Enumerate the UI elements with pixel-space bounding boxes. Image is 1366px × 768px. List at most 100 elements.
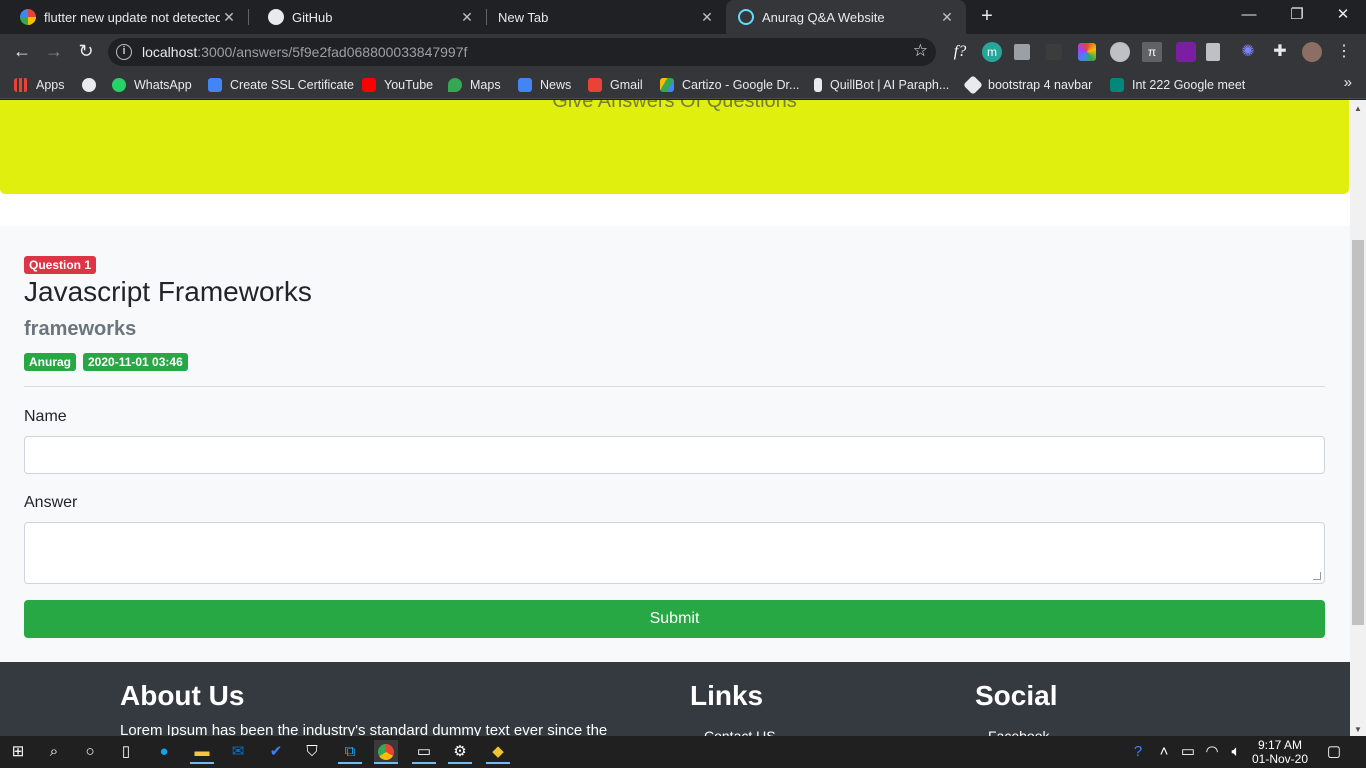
help-icon[interactable]: ? bbox=[1126, 740, 1150, 764]
cortana-icon[interactable]: ○ bbox=[78, 740, 102, 764]
git-icon[interactable]: ◆ bbox=[486, 740, 510, 764]
restore-button[interactable]: ❐ bbox=[1274, 4, 1320, 28]
mail-icon[interactable]: ✉ bbox=[226, 740, 250, 764]
battery-icon[interactable]: ▭ bbox=[1176, 740, 1200, 764]
active-indicator bbox=[412, 762, 436, 764]
colorpick-extension-icon[interactable] bbox=[1078, 43, 1096, 61]
answer-label: Answer bbox=[24, 494, 78, 511]
edge-icon[interactable]: ● bbox=[152, 740, 176, 764]
purple-extension-icon[interactable] bbox=[1176, 42, 1196, 62]
windows-start-icon[interactable]: ⊞ bbox=[6, 740, 30, 764]
links-heading: Links bbox=[690, 680, 764, 711]
tab-google-search[interactable]: flutter new update not detected ✕ bbox=[0, 0, 248, 34]
bookmark-bootstrap-navbar[interactable]: bootstrap 4 navbar bbox=[963, 75, 1092, 95]
close-window-button[interactable]: ✕ bbox=[1320, 4, 1366, 28]
tray-chevron-icon[interactable]: ˄ bbox=[1152, 740, 1176, 764]
search-icon[interactable]: ⌕ bbox=[42, 740, 66, 764]
new-tab-button[interactable]: + bbox=[978, 6, 996, 28]
reload-button[interactable]: ↻ bbox=[74, 40, 98, 64]
fx-extension-icon[interactable]: f? bbox=[950, 42, 970, 62]
tab-title: flutter new update not detected bbox=[44, 9, 220, 25]
file-explorer-icon[interactable]: ▬ bbox=[190, 740, 214, 764]
whatsapp-icon bbox=[112, 78, 126, 92]
blank-extension-icon[interactable] bbox=[1046, 44, 1062, 60]
close-tab-icon[interactable]: ✕ bbox=[938, 9, 956, 26]
resize-grip-icon[interactable] bbox=[1313, 572, 1321, 580]
react-icon bbox=[738, 9, 754, 25]
news-icon bbox=[518, 78, 532, 92]
site-info-icon[interactable]: i bbox=[116, 44, 132, 60]
page-viewport: Give Answers Of Questions Question 1 Jav… bbox=[0, 100, 1350, 736]
scrollbar-thumb[interactable] bbox=[1352, 240, 1364, 625]
gmail-icon bbox=[588, 78, 602, 92]
globe-icon bbox=[82, 78, 96, 92]
wifi-icon[interactable]: ◠ bbox=[1200, 740, 1224, 764]
close-tab-icon[interactable]: ✕ bbox=[698, 9, 716, 26]
settings-gear-icon[interactable]: ⚙ bbox=[448, 740, 472, 764]
page-scrollbar[interactable]: ▲ ▼ bbox=[1350, 100, 1366, 736]
question-section: Question 1 Javascript Frameworks framewo… bbox=[0, 226, 1350, 662]
bookmark-maps[interactable]: Maps bbox=[448, 75, 501, 95]
youtube-icon bbox=[362, 78, 376, 92]
bookmark-globe[interactable] bbox=[82, 75, 104, 95]
date-badge: 2020-11-01 03:46 bbox=[83, 353, 188, 371]
meet-icon bbox=[1110, 78, 1124, 92]
bookmark-gmail[interactable]: Gmail bbox=[588, 75, 643, 95]
notifications-icon[interactable]: ▢ bbox=[1322, 740, 1346, 764]
stack-extension-icon[interactable] bbox=[1014, 44, 1030, 60]
forward-button[interactable]: → bbox=[42, 40, 66, 64]
close-tab-icon[interactable]: ✕ bbox=[458, 9, 476, 26]
scroll-up-icon[interactable]: ▲ bbox=[1354, 104, 1362, 113]
task-view-icon[interactable]: ▯ bbox=[114, 740, 138, 764]
volume-icon[interactable]: 🔈︎ bbox=[1224, 740, 1248, 764]
vscode-icon[interactable]: ⧉ bbox=[338, 740, 362, 764]
terminal-icon[interactable]: ▭ bbox=[412, 740, 436, 764]
bookmark-apps[interactable]: Apps bbox=[14, 75, 65, 95]
active-indicator bbox=[374, 762, 398, 764]
chrome-icon[interactable] bbox=[374, 740, 398, 764]
bookmark-cartizo-drive[interactable]: Cartizo - Google Dr... bbox=[660, 75, 799, 95]
about-us-heading: About Us bbox=[120, 680, 245, 711]
bookmark-youtube[interactable]: YouTube bbox=[362, 75, 433, 95]
extensions-puzzle-icon[interactable]: ✚ bbox=[1270, 42, 1290, 62]
menu-kebab-icon[interactable]: ⋮ bbox=[1334, 42, 1354, 62]
todo-icon[interactable]: ✔ bbox=[264, 740, 288, 764]
footer-link-contact[interactable]: Contact US bbox=[704, 728, 776, 736]
bookmark-star-icon[interactable]: ☆ bbox=[913, 41, 928, 61]
bookmark-whatsapp[interactable]: WhatsApp bbox=[112, 75, 192, 95]
pi-extension-icon[interactable]: π bbox=[1142, 42, 1162, 62]
bookmark-quillbot[interactable]: QuillBot | AI Paraph... bbox=[814, 75, 949, 95]
scroll-down-icon[interactable]: ▼ bbox=[1354, 725, 1362, 734]
close-tab-icon[interactable]: ✕ bbox=[220, 9, 238, 26]
name-input[interactable] bbox=[24, 436, 1325, 474]
github-icon bbox=[268, 9, 284, 25]
footer-link-facebook[interactable]: Facebook bbox=[988, 728, 1049, 736]
m-extension-icon[interactable]: m bbox=[982, 42, 1002, 62]
bookmark-news[interactable]: News bbox=[518, 75, 571, 95]
back-button[interactable]: ← bbox=[10, 40, 34, 64]
browser-toolbar: ← → ↻ i localhost:3000/answers/5f9e2fad0… bbox=[0, 34, 1366, 70]
divider bbox=[24, 386, 1325, 387]
answer-textarea[interactable] bbox=[24, 522, 1325, 584]
system-clock[interactable]: 9:17 AM 01-Nov-20 bbox=[1246, 738, 1314, 766]
profile-avatar[interactable] bbox=[1302, 42, 1322, 62]
bookmark-ssl[interactable]: Create SSL Certificate bbox=[208, 75, 354, 95]
active-indicator bbox=[486, 762, 510, 764]
office-extension-icon[interactable] bbox=[1206, 43, 1220, 61]
bookmark-google-meet[interactable]: Int 222 Google meet bbox=[1110, 75, 1245, 95]
submit-button[interactable]: Submit bbox=[24, 600, 1325, 638]
tab-new-tab[interactable]: New Tab ✕ bbox=[486, 0, 726, 34]
puzzle-icon bbox=[208, 78, 222, 92]
active-indicator bbox=[338, 762, 362, 764]
address-bar[interactable]: i localhost:3000/answers/5f9e2fad0688000… bbox=[108, 38, 936, 66]
windows-taskbar: ⊞ ⌕ ○ ▯ ● ▬ ✉ ✔ ⛉ ⧉ ▭ ⚙ ◆ ? ˄ ▭ ◠ 🔈︎ 9:1… bbox=[0, 736, 1366, 768]
tab-anurag-qa[interactable]: Anurag Q&A Website ✕ bbox=[726, 0, 966, 34]
speed-extension-icon[interactable] bbox=[1110, 42, 1130, 62]
bookmarks-overflow-button[interactable]: » bbox=[1344, 74, 1352, 91]
gear-extension-icon[interactable]: ✺ bbox=[1238, 42, 1258, 62]
tab-github[interactable]: GitHub ✕ bbox=[248, 0, 486, 34]
minimize-button[interactable]: — bbox=[1226, 4, 1272, 28]
bookmarks-bar: Apps WhatsApp Create SSL Certificate You… bbox=[0, 70, 1366, 99]
tab-title: Anurag Q&A Website bbox=[762, 9, 885, 25]
store-icon[interactable]: ⛉ bbox=[300, 740, 324, 764]
